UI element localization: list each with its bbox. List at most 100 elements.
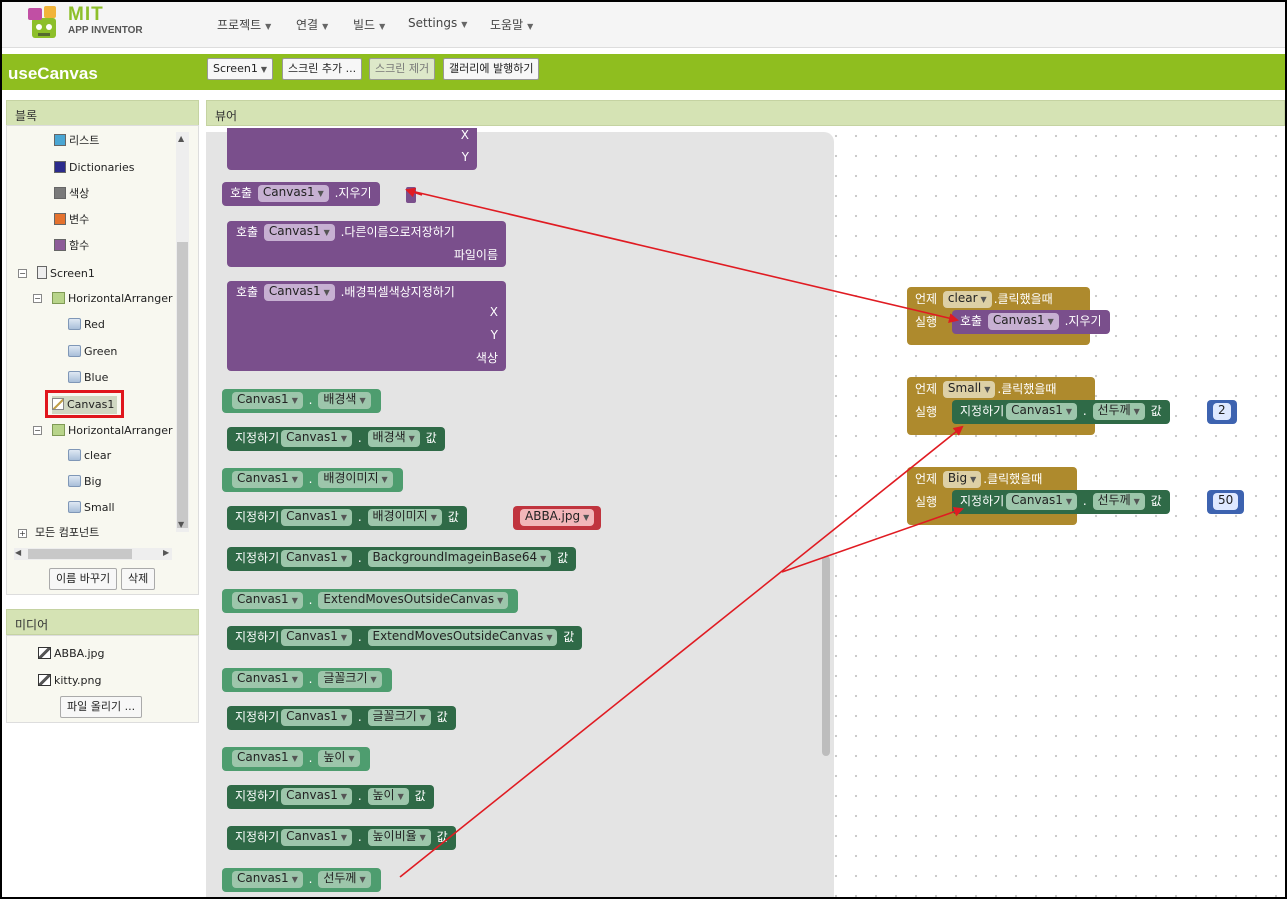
property-dropdown[interactable]: ExtendMovesOutsideCanvas ▼ bbox=[367, 629, 558, 646]
component-dropdown[interactable]: Canvas1 ▼ bbox=[257, 185, 329, 202]
scroll-left-arrow-icon[interactable]: ◀ bbox=[15, 548, 21, 557]
property-dropdown[interactable]: 배경이미지 ▼ bbox=[318, 471, 393, 488]
block-set-height-percent[interactable]: 지정하기 Canvas1 ▼ . 높이비율 ▼ 값 bbox=[227, 826, 456, 850]
rename-button[interactable]: 이름 바꾸기 bbox=[49, 568, 118, 590]
block-set-bgcolor[interactable]: 지정하기 Canvas1 ▼ . 배경색 ▼ 값 bbox=[227, 427, 445, 451]
add-screen-button[interactable]: 스크린 추가 ... bbox=[282, 58, 363, 80]
tree-red[interactable]: Red bbox=[68, 316, 105, 334]
number-value[interactable]: 2 bbox=[1213, 403, 1231, 420]
block-set-linewidth-small[interactable]: 지정하기 Canvas1 ▼ . 선두께 ▼ 값 bbox=[952, 400, 1170, 424]
number-block-small[interactable]: 2 bbox=[1207, 400, 1237, 424]
asset-dropdown[interactable]: ABBA.jpg ▼ bbox=[520, 509, 595, 526]
builtin-colors[interactable]: 색상 bbox=[54, 185, 89, 203]
component-dropdown[interactable]: Canvas1 ▼ bbox=[281, 509, 353, 526]
property-dropdown[interactable]: 배경이미지 ▼ bbox=[367, 509, 442, 526]
property-dropdown[interactable]: 높이 ▼ bbox=[367, 788, 409, 805]
block-call-clear[interactable]: 호출 Canvas1 ▼ .지우기 bbox=[222, 182, 380, 206]
tree-arranger1[interactable]: HorizontalArranger bbox=[52, 290, 173, 308]
component-dropdown[interactable]: Canvas1 ▼ bbox=[1006, 493, 1078, 510]
delete-button[interactable]: 삭제 bbox=[121, 568, 156, 590]
block-set-linewidth-big[interactable]: 지정하기 Canvas1 ▼ . 선두께 ▼ 값 bbox=[952, 490, 1170, 514]
property-dropdown[interactable]: 글꼴크기 ▼ bbox=[367, 709, 431, 726]
property-dropdown[interactable]: 선두께 ▼ bbox=[1092, 493, 1145, 510]
tree-green[interactable]: Green bbox=[68, 343, 117, 361]
collapse-screen1-icon[interactable]: − bbox=[18, 269, 27, 278]
block-set-fontsize[interactable]: 지정하기 Canvas1 ▼ . 글꼴크기 ▼ 값 bbox=[227, 706, 456, 730]
block-abba-asset[interactable]: ABBA.jpg ▼ bbox=[513, 506, 602, 530]
builtin-variables[interactable]: 변수 bbox=[54, 211, 89, 229]
component-dropdown[interactable]: Canvas1 ▼ bbox=[281, 430, 353, 447]
flyout-scrollbar[interactable] bbox=[822, 556, 830, 756]
block-get-bgcolor[interactable]: Canvas1 ▼ . 배경색 ▼ bbox=[222, 389, 381, 413]
media-file-abba[interactable]: ABBA.jpg bbox=[38, 645, 104, 663]
component-dropdown[interactable]: Canvas1 ▼ bbox=[281, 829, 353, 846]
component-dropdown[interactable]: Canvas1 ▼ bbox=[281, 709, 353, 726]
component-dropdown[interactable]: Canvas1 ▼ bbox=[232, 671, 303, 688]
property-dropdown[interactable]: ExtendMovesOutsideCanvas ▼ bbox=[318, 592, 509, 609]
scroll-down-arrow-icon[interactable]: ▼ bbox=[178, 520, 184, 529]
component-dropdown[interactable]: Canvas1 ▼ bbox=[263, 284, 335, 301]
builtin-dictionaries[interactable]: Dictionaries bbox=[54, 159, 134, 177]
component-dropdown[interactable]: Canvas1 ▼ bbox=[232, 592, 303, 609]
block-set-height[interactable]: 지정하기 Canvas1 ▼ . 높이 ▼ 값 bbox=[227, 785, 434, 809]
button-dropdown[interactable]: Small ▼ bbox=[942, 381, 996, 398]
menu-project[interactable]: 프로젝트 ▼ bbox=[217, 16, 271, 33]
tree-small[interactable]: Small bbox=[68, 499, 115, 517]
menu-settings[interactable]: Settings ▼ bbox=[408, 16, 467, 30]
remove-screen-button[interactable]: 스크린 제거 bbox=[369, 58, 436, 80]
component-dropdown[interactable]: Canvas1 ▼ bbox=[1006, 403, 1078, 420]
block-call-clear-placed[interactable]: 호출 Canvas1 ▼ .지우기 bbox=[952, 310, 1110, 334]
blocks-tree-hscrollbar[interactable]: ◀ ▶ bbox=[14, 548, 172, 560]
property-dropdown[interactable]: 글꼴크기 ▼ bbox=[318, 671, 382, 688]
publish-gallery-button[interactable]: 갤러리에 발행하기 bbox=[443, 58, 540, 80]
menu-connect[interactable]: 연결 ▼ bbox=[296, 16, 328, 33]
property-dropdown[interactable]: 선두께 ▼ bbox=[1092, 403, 1145, 420]
button-dropdown[interactable]: Big ▼ bbox=[942, 471, 982, 488]
property-dropdown[interactable]: 높이비율 ▼ bbox=[367, 829, 431, 846]
app-inventor-logo[interactable]: MIT APP INVENTOR bbox=[24, 4, 154, 44]
menu-help[interactable]: 도움말 ▼ bbox=[490, 16, 533, 33]
screen-select-button[interactable]: Screen1 ▼ bbox=[207, 58, 273, 80]
block-get-linewidth[interactable]: Canvas1 ▼ . 선두께 ▼ bbox=[222, 868, 381, 892]
block-call-set-bg-pixel[interactable]: 호출 Canvas1 ▼ .배경픽셀색상지정하기 X Y 색상 bbox=[227, 281, 506, 371]
blocks-tree-vscrollbar[interactable]: ▲ ▼ bbox=[176, 132, 189, 532]
collapse-arranger2-icon[interactable]: − bbox=[33, 426, 42, 435]
component-dropdown[interactable]: Canvas1 ▼ bbox=[232, 750, 303, 767]
tree-screen1[interactable]: Screen1 bbox=[37, 265, 95, 283]
block-call-save-as[interactable]: 호출 Canvas1 ▼ .다른이름으로저장하기 파일이름 bbox=[227, 221, 506, 267]
menu-build[interactable]: 빌드 ▼ bbox=[353, 16, 385, 33]
block-get-height[interactable]: Canvas1 ▼ . 높이 ▼ bbox=[222, 747, 370, 771]
block-set-bgbase64[interactable]: 지정하기 Canvas1 ▼ . BackgroundImageinBase64 ▼ … bbox=[227, 547, 577, 571]
button-dropdown[interactable]: clear ▼ bbox=[942, 291, 992, 308]
property-dropdown[interactable]: 배경색 ▼ bbox=[318, 392, 371, 409]
block-get-bgimage[interactable]: Canvas1 ▼ . 배경이미지 ▼ bbox=[222, 468, 403, 492]
vscroll-thumb[interactable] bbox=[177, 242, 188, 528]
component-dropdown[interactable]: Canvas1 ▼ bbox=[281, 629, 353, 646]
tree-clear[interactable]: clear bbox=[68, 447, 111, 465]
media-file-kitty[interactable]: kitty.png bbox=[38, 672, 101, 690]
scroll-right-arrow-icon[interactable]: ▶ bbox=[163, 548, 169, 557]
property-dropdown[interactable]: 배경색 ▼ bbox=[367, 430, 420, 447]
component-dropdown[interactable]: Canvas1 ▼ bbox=[232, 871, 303, 888]
expand-all-components-icon[interactable]: + bbox=[18, 529, 27, 538]
hscroll-thumb[interactable] bbox=[28, 549, 132, 559]
block-get-extend[interactable]: Canvas1 ▼ . ExtendMovesOutsideCanvas ▼ bbox=[222, 589, 519, 613]
component-dropdown[interactable]: Canvas1 ▼ bbox=[987, 313, 1059, 330]
upload-file-button[interactable]: 파일 올리기 ... bbox=[60, 696, 143, 718]
component-dropdown[interactable]: Canvas1 ▼ bbox=[281, 550, 353, 567]
number-block-big[interactable]: 50 bbox=[1207, 490, 1245, 514]
collapse-arranger1-icon[interactable]: − bbox=[33, 294, 42, 303]
component-dropdown[interactable]: Canvas1 ▼ bbox=[232, 392, 303, 409]
component-dropdown[interactable]: Canvas1 ▼ bbox=[263, 224, 335, 241]
property-dropdown[interactable]: 높이 ▼ bbox=[318, 750, 360, 767]
block-set-bgimage[interactable]: 지정하기 Canvas1 ▼ . 배경이미지 ▼ 값 bbox=[227, 506, 467, 530]
block-get-fontsize[interactable]: Canvas1 ▼ . 글꼴크기 ▼ bbox=[222, 668, 392, 692]
property-dropdown[interactable]: BackgroundImageinBase64 ▼ bbox=[367, 550, 552, 567]
tree-arranger2[interactable]: HorizontalArranger bbox=[52, 422, 173, 440]
tree-big[interactable]: Big bbox=[68, 473, 102, 491]
tree-blue[interactable]: Blue bbox=[68, 369, 108, 387]
number-value[interactable]: 50 bbox=[1213, 493, 1239, 510]
component-dropdown[interactable]: Canvas1 ▼ bbox=[232, 471, 303, 488]
component-dropdown[interactable]: Canvas1 ▼ bbox=[281, 788, 353, 805]
property-dropdown[interactable]: 선두께 ▼ bbox=[318, 871, 371, 888]
